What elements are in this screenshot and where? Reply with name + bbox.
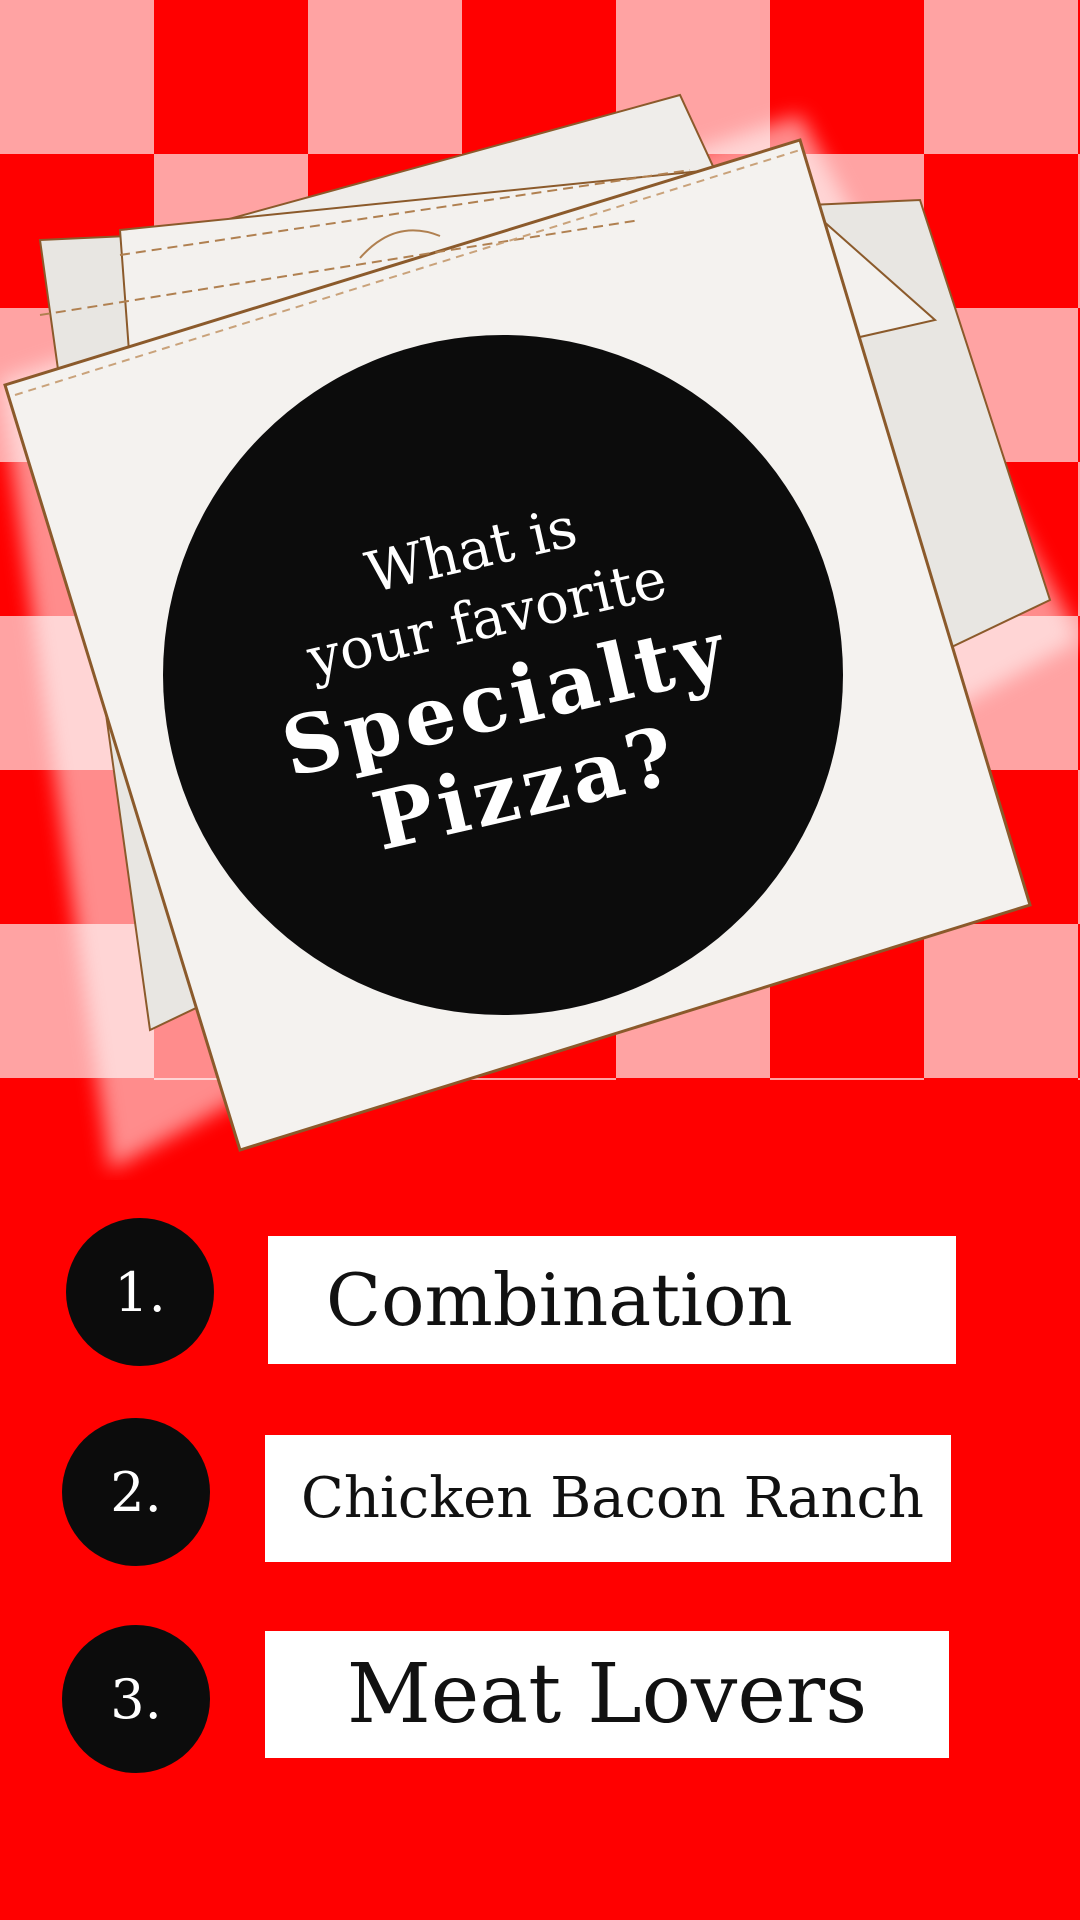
option-1-number: 1. — [114, 1260, 166, 1324]
option-2-label: Chicken Bacon Ranch — [301, 1466, 924, 1531]
option-3-number-badge: 3. — [62, 1625, 210, 1773]
option-1-label: Combination — [326, 1258, 793, 1342]
option-2-number-badge: 2. — [62, 1418, 210, 1566]
option-3-button[interactable]: Meat Lovers — [265, 1631, 949, 1758]
option-3-label: Meat Lovers — [346, 1647, 868, 1742]
option-2-number: 2. — [110, 1460, 162, 1524]
option-1-number-badge: 1. — [66, 1218, 214, 1366]
option-2-button[interactable]: Chicken Bacon Ranch — [265, 1435, 951, 1562]
option-1-button[interactable]: Combination — [268, 1236, 956, 1364]
option-3-number: 3. — [110, 1667, 162, 1731]
